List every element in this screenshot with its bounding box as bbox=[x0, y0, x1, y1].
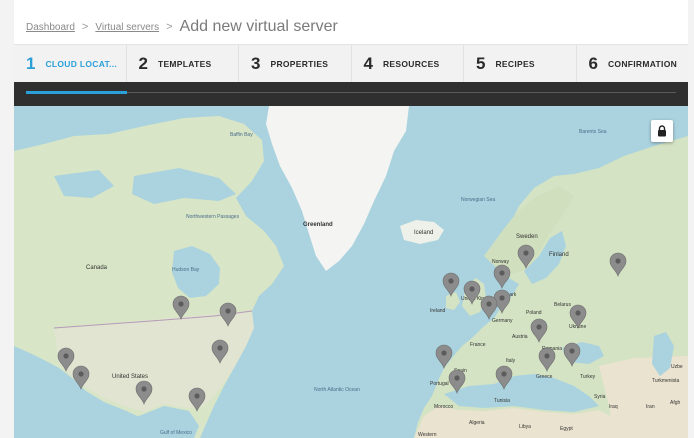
breadcrumb-virtual-servers-link[interactable]: Virtual servers bbox=[95, 22, 159, 33]
map-label: Norway bbox=[492, 259, 509, 265]
step-label: TEMPLATES bbox=[157, 59, 212, 69]
page-title: Add new virtual server bbox=[179, 18, 338, 35]
map-label: Canada bbox=[86, 265, 108, 271]
map-label: Western bbox=[418, 432, 437, 438]
breadcrumb-separator: > bbox=[81, 21, 89, 33]
map-label: Austria bbox=[512, 334, 528, 340]
map-label: Norwegian Sea bbox=[461, 197, 495, 203]
breadcrumb-separator: > bbox=[166, 21, 173, 33]
map-label: Iraq bbox=[609, 404, 618, 410]
map-label: Syria bbox=[594, 394, 606, 400]
map-label: Libya bbox=[519, 424, 531, 430]
map-label: Northwestern Passages bbox=[186, 214, 240, 220]
map-label: Gulf of Mexico bbox=[160, 430, 192, 436]
wizard-step-properties[interactable]: 3 PROPERTIES bbox=[239, 45, 352, 83]
page-container: Dashboard > Virtual servers > Add new vi… bbox=[14, 0, 688, 438]
step-number: 1 bbox=[26, 54, 36, 73]
map-label: Iran bbox=[646, 404, 655, 410]
map-lock-button[interactable] bbox=[651, 120, 673, 142]
map-label: Greece bbox=[536, 374, 553, 380]
map-label: Ireland bbox=[430, 308, 446, 314]
wizard-steps: 1 CLOUD LOCAT... 2 TEMPLATES 3 PROPERTIE… bbox=[14, 44, 688, 83]
cloud-location-map[interactable]: Baffin Bay Barents Sea Northwestern Pass… bbox=[14, 106, 688, 438]
map-label: Algeria bbox=[469, 420, 485, 426]
step-label: RESOURCES bbox=[382, 59, 440, 69]
map-label: Finland bbox=[549, 252, 569, 258]
map-label: Hudson Bay bbox=[172, 267, 200, 273]
step-number: 4 bbox=[363, 54, 373, 73]
map-label: Sweden bbox=[516, 234, 538, 240]
map-label: Afgh bbox=[670, 400, 681, 406]
map-label: France bbox=[470, 342, 486, 348]
map-label: Greenland bbox=[303, 222, 333, 228]
step-number: 5 bbox=[476, 54, 486, 73]
map-label: Tunisia bbox=[494, 398, 510, 404]
map-label: Italy bbox=[506, 358, 516, 364]
step-number: 6 bbox=[588, 54, 598, 73]
progress-fill bbox=[26, 91, 127, 94]
map-label: Germany bbox=[492, 318, 513, 324]
wizard-step-cloud-location[interactable]: 1 CLOUD LOCAT... bbox=[14, 45, 127, 83]
breadcrumb-dashboard-link[interactable]: Dashboard bbox=[26, 22, 75, 33]
step-number: 3 bbox=[251, 54, 261, 73]
map-label: Turkmenista bbox=[652, 378, 680, 384]
map-label: Turkey bbox=[580, 374, 596, 380]
step-label: RECIPES bbox=[495, 59, 535, 69]
wizard-step-recipes[interactable]: 5 RECIPES bbox=[464, 45, 577, 83]
wizard-step-templates[interactable]: 2 TEMPLATES bbox=[127, 45, 239, 83]
map-label: Poland bbox=[526, 310, 542, 316]
wizard-progress-bar bbox=[14, 82, 688, 106]
map-label: Iceland bbox=[414, 230, 433, 236]
map-label: United States bbox=[112, 374, 148, 380]
map-label: Baffin Bay bbox=[230, 132, 253, 138]
step-label: CONFIRMATION bbox=[607, 59, 678, 69]
step-label: PROPERTIES bbox=[270, 59, 329, 69]
map-label: Barents Sea bbox=[579, 129, 607, 135]
wizard-step-resources[interactable]: 4 RESOURCES bbox=[352, 45, 464, 83]
map-label: Portugal bbox=[430, 381, 449, 387]
wizard-step-confirmation[interactable]: 6 CONFIRMATION bbox=[577, 45, 689, 83]
lock-icon bbox=[658, 125, 666, 137]
map-label: North Atlantic Ocean bbox=[314, 387, 360, 393]
map-label: Uzbe bbox=[671, 364, 683, 370]
step-label: CLOUD LOCAT... bbox=[45, 59, 118, 69]
map-canvas[interactable]: Baffin Bay Barents Sea Northwestern Pass… bbox=[14, 106, 688, 438]
map-label: Morocco bbox=[434, 404, 453, 410]
step-number: 2 bbox=[138, 54, 148, 73]
map-label: Egypt bbox=[560, 426, 573, 432]
map-label: Belarus bbox=[554, 302, 571, 308]
breadcrumb: Dashboard > Virtual servers > Add new vi… bbox=[14, 9, 688, 45]
